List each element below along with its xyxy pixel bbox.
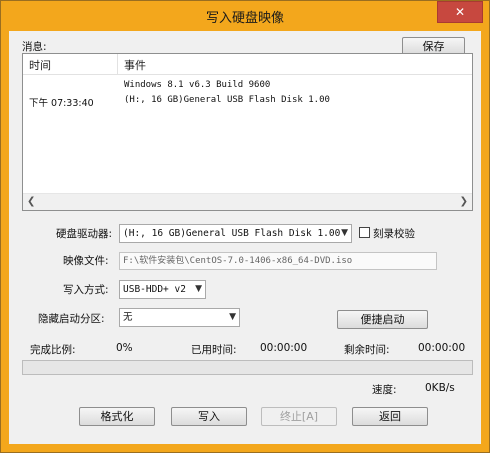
close-button[interactable]: ✕ bbox=[437, 1, 483, 23]
scroll-left-icon[interactable]: ❮ bbox=[27, 196, 35, 207]
image-file-label: 映像文件: bbox=[63, 255, 109, 267]
verify-label[interactable]: 刻录校验 bbox=[373, 226, 415, 241]
write-disk-image-window: 写入硬盘映像 ✕ 消息: 保存 时间 事件 Windows 8.1 v6.3 B… bbox=[0, 0, 490, 453]
stop-button: 终止[A] bbox=[261, 407, 337, 426]
list-item-event: (H:, 16 GB)General USB Flash Disk 1.00 bbox=[124, 95, 330, 105]
write-button[interactable]: 写入 bbox=[171, 407, 247, 426]
hidden-partition-select[interactable]: 无 ▼ bbox=[119, 308, 240, 327]
completion-label: 完成比例: bbox=[30, 344, 76, 356]
window-title: 写入硬盘映像 bbox=[205, 11, 284, 26]
format-button[interactable]: 格式化 bbox=[79, 407, 155, 426]
progress-bar bbox=[22, 360, 473, 375]
elapsed-time-label: 已用时间: bbox=[191, 344, 237, 356]
drive-select[interactable]: (H:, 16 GB)General USB Flash Disk 1.00 ▼ bbox=[119, 224, 352, 243]
hidden-partition-select-value: 无 bbox=[123, 312, 133, 323]
scroll-right-icon[interactable]: ❯ bbox=[460, 196, 468, 207]
write-mode-label: 写入方式: bbox=[63, 284, 109, 296]
chevron-down-icon: ▼ bbox=[341, 228, 348, 238]
column-header-event[interactable]: 事件 bbox=[124, 57, 146, 73]
column-divider[interactable] bbox=[117, 54, 118, 74]
list-header: 时间 事件 bbox=[23, 54, 472, 75]
back-button[interactable]: 返回 bbox=[352, 407, 428, 426]
write-mode-select[interactable]: USB-HDD+ v2 ▼ bbox=[119, 280, 206, 299]
drive-label: 硬盘驱动器: bbox=[56, 228, 113, 240]
drive-select-value: (H:, 16 GB)General USB Flash Disk 1.00 bbox=[123, 228, 341, 239]
chevron-down-icon: ▼ bbox=[195, 284, 202, 294]
verify-checkbox[interactable] bbox=[359, 227, 370, 238]
elapsed-time-value: 00:00:00 bbox=[260, 342, 308, 354]
chevron-down-icon: ▼ bbox=[229, 312, 236, 322]
completion-value: 0% bbox=[116, 342, 133, 354]
messages-label: 消息: bbox=[22, 41, 47, 53]
horizontal-scrollbar[interactable]: ❮ ❯ bbox=[23, 193, 472, 210]
write-mode-select-value: USB-HDD+ v2 bbox=[123, 284, 186, 295]
dialog-body: 消息: 保存 时间 事件 Windows 8.1 v6.3 Build 9600… bbox=[9, 31, 481, 444]
list-item-time: 下午 07:33:40 bbox=[29, 98, 94, 109]
title-bar[interactable]: 写入硬盘映像 ✕ bbox=[1, 1, 489, 31]
image-file-field[interactable]: F:\软件安装包\CentOS-7.0-1406-x86_64-DVD.iso bbox=[119, 252, 437, 270]
quick-boot-button[interactable]: 便捷启动 bbox=[337, 310, 428, 329]
remaining-time-label: 剩余时间: bbox=[344, 344, 390, 356]
column-header-time[interactable]: 时间 bbox=[29, 57, 51, 73]
speed-value: 0KB/s bbox=[425, 382, 455, 394]
message-list[interactable]: 时间 事件 Windows 8.1 v6.3 Build 9600 下午 07:… bbox=[22, 53, 473, 211]
speed-label: 速度: bbox=[372, 384, 397, 396]
close-icon: ✕ bbox=[454, 5, 466, 19]
remaining-time-value: 00:00:00 bbox=[418, 342, 466, 354]
list-item-event: Windows 8.1 v6.3 Build 9600 bbox=[124, 80, 271, 90]
hidden-partition-label: 隐藏启动分区: bbox=[38, 313, 105, 325]
